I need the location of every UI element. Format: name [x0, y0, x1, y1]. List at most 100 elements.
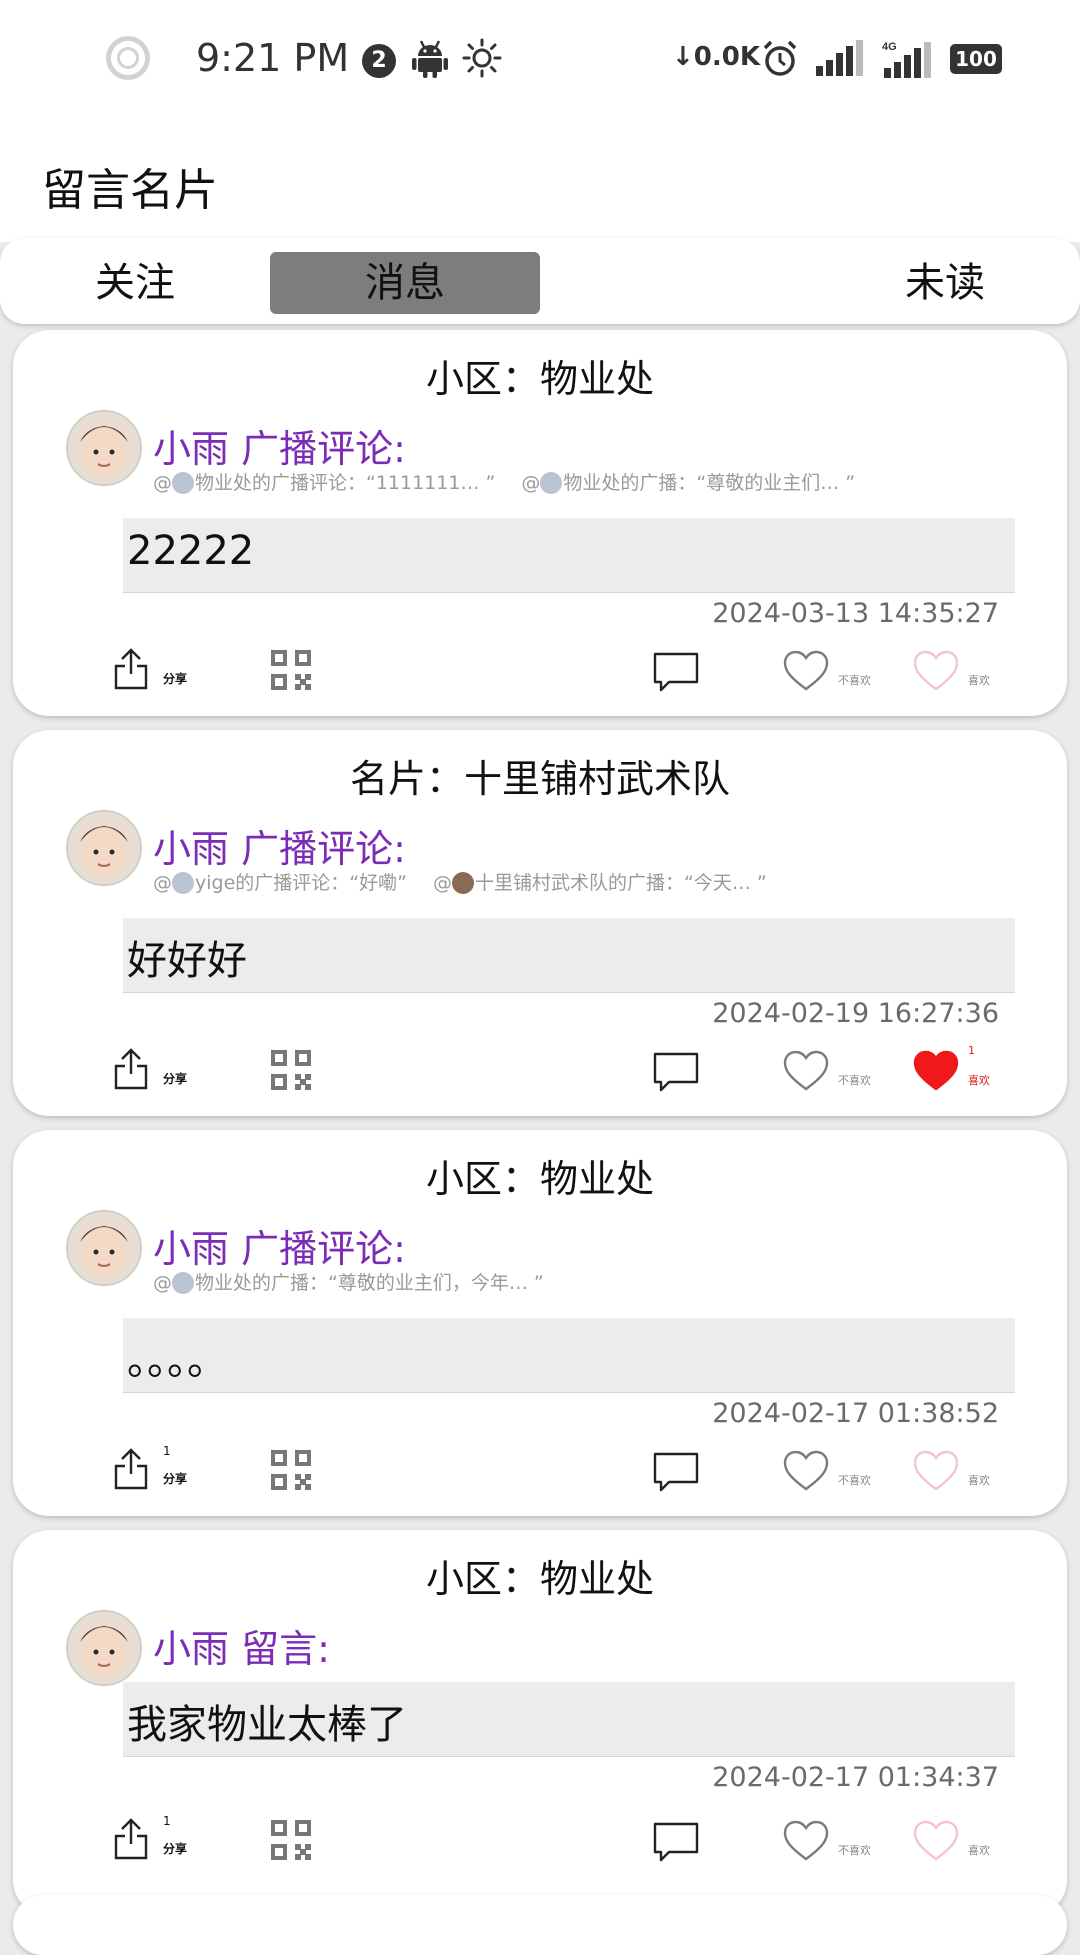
share-label[interactable]: 分享	[163, 1840, 187, 1857]
message-content: 。。。。	[123, 1318, 1015, 1393]
quote-reference[interactable]: @ 物业处的广播：“尊敬的业主们… ”	[521, 472, 855, 494]
svg-text:4G: 4G	[882, 41, 897, 53]
avatar[interactable]	[66, 1210, 142, 1286]
dislike-heart-icon[interactable]	[783, 1450, 829, 1492]
notification-count-badge: 2	[362, 44, 396, 78]
quote-reference[interactable]: @ 物业处的广播评论：“1111111… ”	[153, 472, 495, 494]
quoted-references: @ 物业处的广播评论：“1111111… ” @ 物业处的广播：“尊敬的业主们… ”	[153, 468, 875, 495]
mini-avatar-icon	[540, 472, 563, 494]
like-label[interactable]: 喜欢	[968, 1472, 990, 1488]
timestamp: 2024-02-17 01:38:52	[712, 1398, 999, 1429]
timestamp: 2024-03-13 14:35:27	[712, 598, 999, 629]
status-bar: 9:21 PM 2 ↓0.0K 4G 100	[0, 0, 1080, 118]
message-text: 22222	[127, 528, 255, 574]
timestamp: 2024-02-17 01:34:37	[712, 1762, 999, 1793]
page-title: 留言名片	[42, 165, 218, 216]
avatar-image	[68, 1612, 140, 1684]
record-indicator-icon	[106, 36, 150, 80]
like-heart-icon[interactable]	[913, 650, 959, 692]
action-bar: 分享 不喜欢 1 喜欢	[13, 1044, 1067, 1100]
comment-icon[interactable]	[653, 652, 699, 692]
like-heart-icon[interactable]	[913, 1050, 959, 1092]
share-icon[interactable]	[113, 1048, 149, 1090]
message-content: 22222	[123, 518, 1015, 593]
status-time: 9:21 PM	[196, 36, 350, 80]
quote-reference[interactable]: @ 物业处的广播：“尊敬的业主们，今年… ”	[153, 1272, 544, 1294]
avatar[interactable]	[66, 410, 142, 486]
like-label[interactable]: 喜欢	[968, 1842, 990, 1858]
share-label[interactable]: 分享	[163, 670, 187, 687]
dislike-heart-icon[interactable]	[783, 1050, 829, 1092]
like-label[interactable]: 喜欢	[968, 672, 990, 688]
author-line[interactable]: 小雨 广播评论:	[153, 818, 406, 873]
signal-4g-icon: 4G	[882, 41, 931, 78]
tab-messages[interactable]: 消息	[270, 252, 540, 314]
author-line[interactable]: 小雨 广播评论:	[153, 1218, 406, 1273]
android-icon	[412, 40, 448, 78]
quote-reference[interactable]: @ 十里铺村武术队的广播：“今天… ”	[433, 872, 767, 894]
battery-icon: 100	[950, 44, 1002, 74]
comment-icon[interactable]	[653, 1822, 699, 1862]
message-text: 好好好	[127, 938, 247, 984]
like-heart-icon[interactable]	[913, 1450, 959, 1492]
message-text: 我家物业太棒了	[127, 1702, 407, 1748]
quoted-references: @ yige的广播评论：“好嘞” @ 十里铺村武术队的广播：“今天… ”	[153, 868, 787, 895]
card-title: 小区：物业处	[425, 1557, 654, 1601]
comment-icon[interactable]	[653, 1452, 699, 1492]
message-content: 我家物业太棒了	[123, 1682, 1015, 1757]
avatar-image	[68, 412, 140, 484]
author-line[interactable]: 小雨 广播评论:	[153, 418, 406, 473]
qr-code-icon[interactable]	[271, 650, 311, 690]
avatar[interactable]	[66, 810, 142, 886]
alarm-icon	[763, 40, 797, 76]
dislike-label[interactable]: 不喜欢	[838, 1472, 871, 1488]
signal-icon	[816, 40, 863, 76]
timestamp: 2024-02-19 16:27:36	[712, 998, 999, 1029]
dislike-heart-icon[interactable]	[783, 1820, 829, 1862]
like-label[interactable]: 喜欢	[968, 1072, 990, 1088]
mini-avatar-icon	[172, 472, 194, 494]
action-bar: 1 分享 不喜欢 喜欢	[13, 1814, 1067, 1870]
tab-unread[interactable]: 未读	[870, 252, 1020, 314]
card-title: 名片：十里铺村武术队	[349, 757, 730, 801]
avatar[interactable]	[66, 1610, 142, 1686]
app-header: 留言名片	[0, 118, 1080, 242]
author-line[interactable]: 小雨 留言:	[153, 1618, 330, 1673]
net-speed: ↓0.0K	[672, 42, 761, 72]
action-bar: 1 分享 不喜欢 喜欢	[13, 1444, 1067, 1500]
qr-code-icon[interactable]	[271, 1450, 311, 1490]
qr-code-icon[interactable]	[271, 1820, 311, 1860]
tab-bar: 关注 消息 未读	[0, 238, 1080, 324]
message-text: 。。。。	[127, 1338, 227, 1384]
quoted-references: @ 物业处的广播：“尊敬的业主们，今年… ”	[153, 1268, 564, 1295]
mini-avatar-icon	[172, 1272, 194, 1294]
message-card[interactable]: 小区：物业处 小雨 留言: 我家物业太棒了 2024-02-17 01:34:3…	[13, 1530, 1067, 1916]
qr-code-icon[interactable]	[271, 1050, 311, 1090]
comment-icon[interactable]	[653, 1052, 699, 1092]
message-card[interactable]: 小区：物业处 小雨 广播评论: @ 物业处的广播评论：“1111111… ” @ 物…	[13, 330, 1067, 716]
dislike-label[interactable]: 不喜欢	[838, 1842, 871, 1858]
mini-avatar-icon	[172, 872, 194, 894]
share-count: 1	[163, 1814, 171, 1828]
card-title: 小区：物业处	[425, 357, 654, 401]
like-count: 1	[968, 1044, 975, 1057]
message-card[interactable]: 小区：物业处 小雨 广播评论: @ 物业处的广播：“尊敬的业主们，今年… ” 。。…	[13, 1130, 1067, 1516]
brightness-icon	[462, 38, 502, 78]
share-icon[interactable]	[113, 1818, 149, 1860]
message-card-partial[interactable]	[13, 1895, 1067, 1955]
dislike-heart-icon[interactable]	[783, 650, 829, 692]
share-label[interactable]: 分享	[163, 1070, 187, 1087]
tab-follow[interactable]: 关注	[60, 252, 210, 314]
mini-avatar-icon	[452, 872, 475, 894]
share-icon[interactable]	[113, 648, 149, 690]
message-content: 好好好	[123, 918, 1015, 993]
like-heart-icon[interactable]	[913, 1820, 959, 1862]
dislike-label[interactable]: 不喜欢	[838, 1072, 871, 1088]
message-card[interactable]: 名片：十里铺村武术队 小雨 广播评论: @ yige的广播评论：“好嘞” @ 十里铺…	[13, 730, 1067, 1116]
share-label[interactable]: 分享	[163, 1470, 187, 1487]
avatar-image	[68, 812, 140, 884]
share-icon[interactable]	[113, 1448, 149, 1490]
dislike-label[interactable]: 不喜欢	[838, 672, 871, 688]
card-title: 小区：物业处	[425, 1157, 654, 1201]
quote-reference[interactable]: @ yige的广播评论：“好嘞”	[153, 872, 407, 894]
